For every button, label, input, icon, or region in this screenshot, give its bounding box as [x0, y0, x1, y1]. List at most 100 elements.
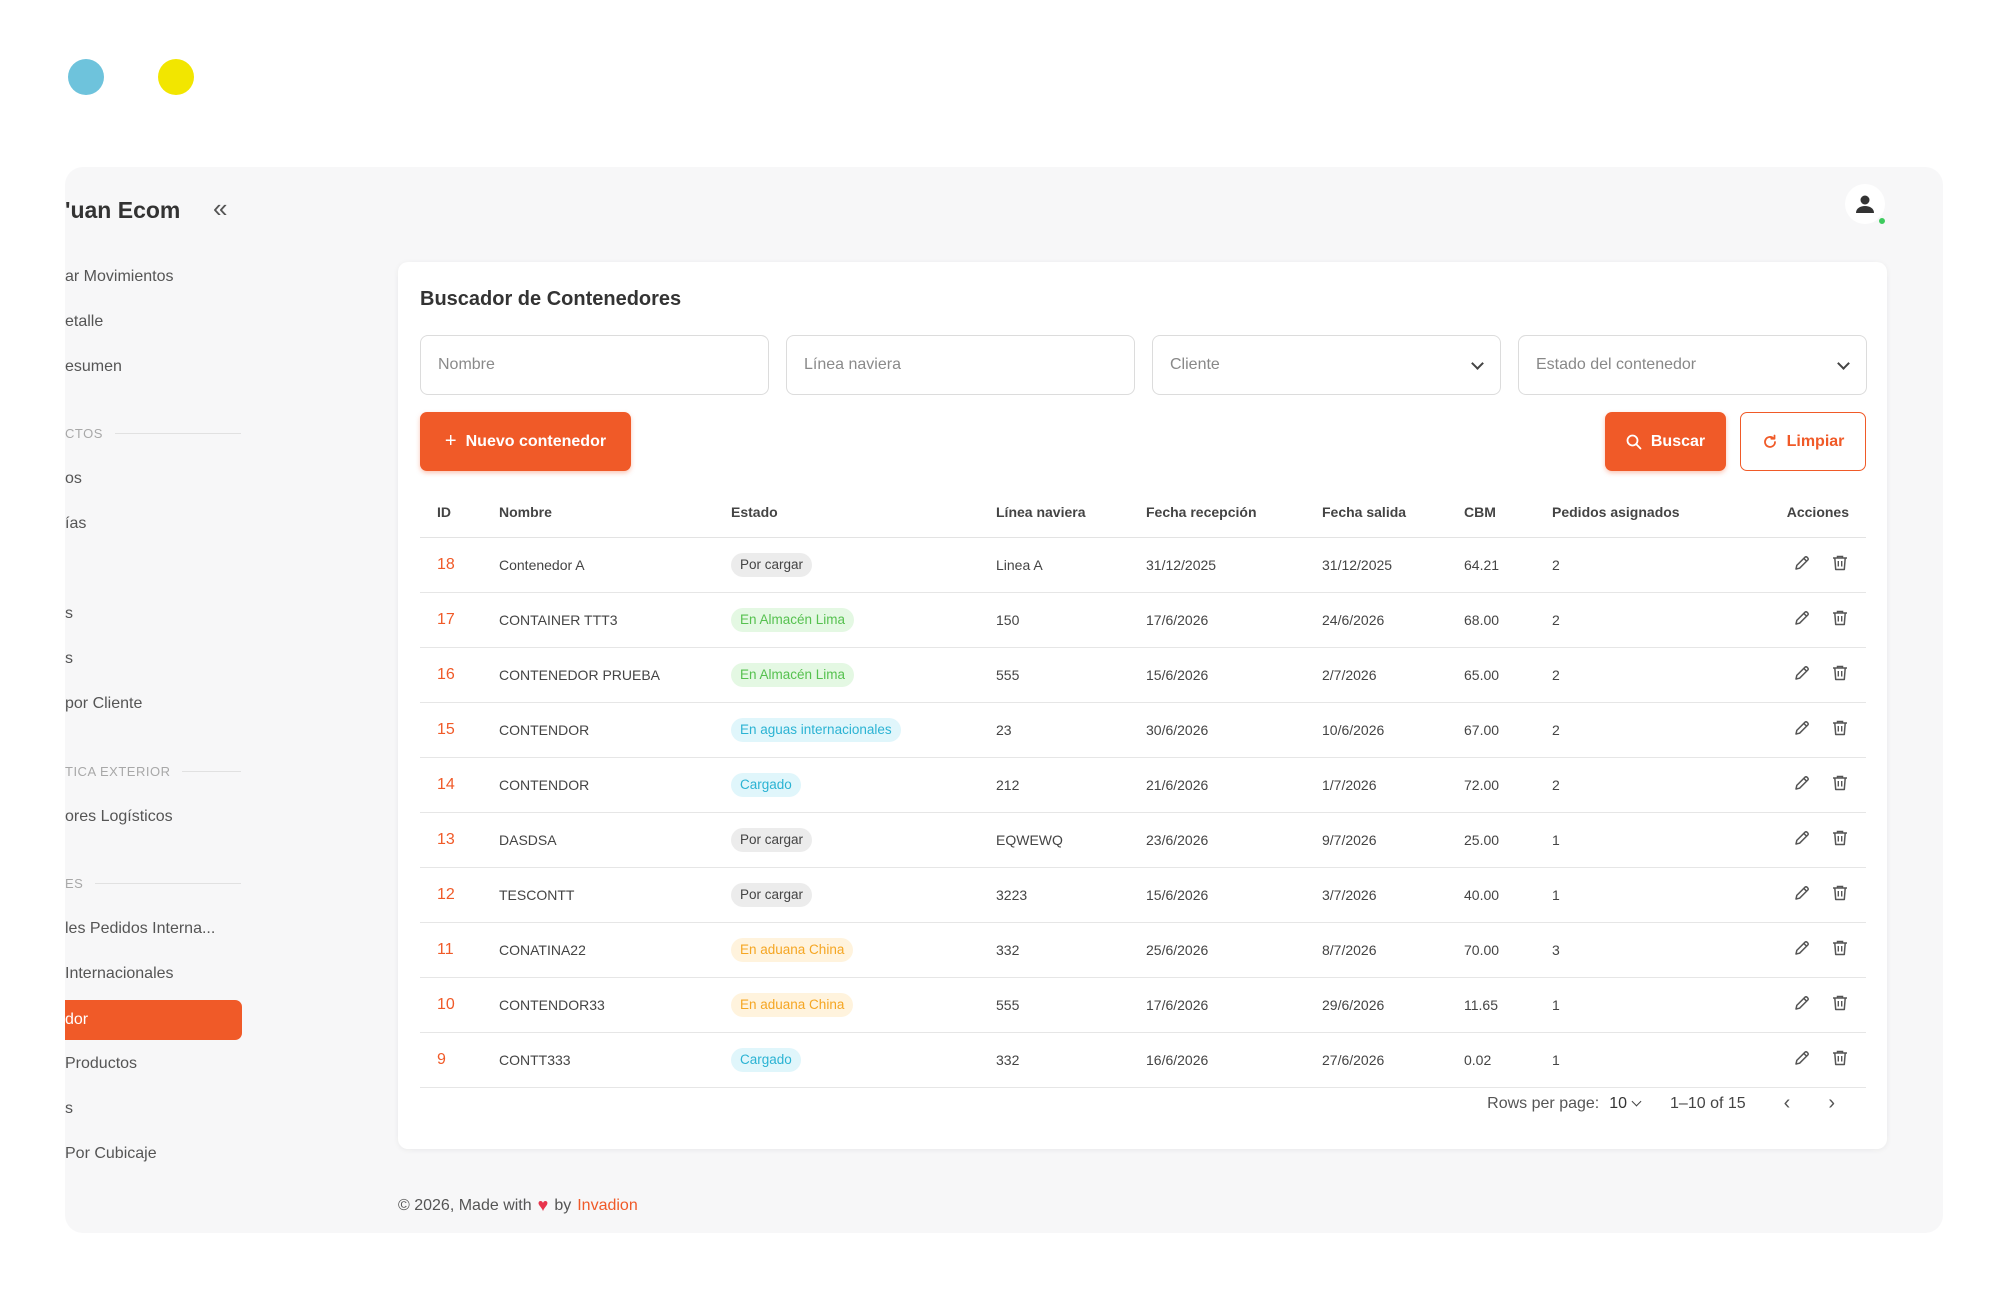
sidebar-item[interactable]: ores Logísticos	[65, 808, 241, 826]
sidebar-item[interactable]: etalle	[65, 313, 241, 331]
table-row[interactable]: 18 Contenedor A Por cargar Linea A 31/12/202…	[420, 537, 1866, 593]
cell-cbm: 25.00	[1447, 812, 1535, 868]
brand-title: 'uan Ecom	[65, 197, 181, 223]
status-badge: Por cargar	[731, 827, 813, 852]
cell-id[interactable]: 18	[420, 537, 482, 593]
sidebar-item[interactable]: Por Cubicaje	[65, 1145, 241, 1163]
cell-actions	[1736, 537, 1866, 593]
footer-brand-link[interactable]: Invadion	[577, 1197, 638, 1215]
edit-icon[interactable]	[1793, 554, 1811, 575]
edit-icon[interactable]	[1793, 719, 1811, 740]
sidebar-item[interactable]: por Cliente	[65, 695, 241, 713]
linea-naviera-input[interactable]	[786, 335, 1135, 395]
sidebar: 'uan Ecom « ar Movimientos etalle esumen…	[65, 167, 255, 1233]
sidebar-item[interactable]: s	[65, 650, 241, 668]
cell-id[interactable]: 11	[420, 922, 482, 978]
cell-id[interactable]: 13	[420, 812, 482, 868]
cell-estado: Cargado	[714, 757, 979, 813]
clear-button[interactable]: Limpiar	[1740, 412, 1866, 471]
trash-icon[interactable]	[1831, 939, 1849, 960]
column-header[interactable]: CBM	[1447, 487, 1535, 538]
edit-icon[interactable]	[1793, 829, 1811, 850]
trash-icon[interactable]	[1831, 829, 1849, 850]
cell-fecha-salida: 1/7/2026	[1305, 757, 1447, 813]
user-avatar[interactable]	[1845, 184, 1887, 226]
column-header[interactable]: Fecha salida	[1305, 487, 1447, 538]
trash-icon[interactable]	[1831, 719, 1849, 740]
estado-select[interactable]: Estado del contenedor	[1518, 335, 1867, 395]
column-header[interactable]: ID	[420, 487, 482, 538]
edit-icon[interactable]	[1793, 994, 1811, 1015]
prev-page-icon[interactable]: ‹	[1784, 1092, 1791, 1115]
trash-icon[interactable]	[1831, 774, 1849, 795]
sidebar-item[interactable]: os	[65, 470, 241, 488]
refresh-icon	[1763, 434, 1776, 448]
table-row[interactable]: 17 CONTAINER TTT3 En Almacén Lima 150 17/6/2…	[420, 592, 1866, 648]
sidebar-item[interactable]: les Pedidos Interna...	[65, 920, 241, 938]
cell-linea: Linea A	[979, 537, 1129, 593]
cell-nombre: CONTENDOR33	[482, 977, 714, 1033]
cliente-select[interactable]: Cliente	[1152, 335, 1501, 395]
trash-icon[interactable]	[1831, 1049, 1849, 1070]
nombre-input[interactable]	[420, 335, 769, 395]
cell-cbm: 72.00	[1447, 757, 1535, 813]
sidebar-item-active[interactable]: dor	[65, 1000, 242, 1040]
sidebar-item[interactable]: esumen	[65, 358, 241, 376]
new-container-button[interactable]: + Nuevo contenedor	[420, 412, 631, 471]
sidebar-item[interactable]: s	[65, 1100, 241, 1118]
next-page-icon[interactable]: ›	[1828, 1092, 1835, 1115]
table-row[interactable]: 9 CONTT333 Cargado 332 16/6/2026 27/6/2026 0.0…	[420, 1032, 1866, 1088]
search-button[interactable]: Buscar	[1605, 412, 1726, 471]
trash-icon[interactable]	[1831, 994, 1849, 1015]
edit-icon[interactable]	[1793, 884, 1811, 905]
sidebar-item[interactable]: s	[65, 605, 241, 623]
cell-id[interactable]: 9	[420, 1032, 482, 1088]
column-header[interactable]: Nombre	[482, 487, 714, 538]
sidebar-item[interactable]: ías	[65, 515, 241, 533]
trash-icon[interactable]	[1831, 664, 1849, 685]
edit-icon[interactable]	[1793, 939, 1811, 960]
rows-per-page-select[interactable]: 10	[1609, 1095, 1642, 1113]
trash-icon[interactable]	[1831, 884, 1849, 905]
table-row[interactable]: 14 CONTENDOR Cargado 212 21/6/2026 1/7/2026 72…	[420, 757, 1866, 813]
search-icon	[1626, 434, 1642, 449]
status-badge: En aduana China	[731, 937, 854, 962]
cell-id[interactable]: 10	[420, 977, 482, 1033]
cell-actions	[1736, 812, 1866, 868]
edit-icon[interactable]	[1793, 664, 1811, 685]
cell-linea: 555	[979, 977, 1129, 1033]
cell-nombre: DASDSA	[482, 812, 714, 868]
sidebar-item[interactable]: Internacionales	[65, 965, 241, 983]
status-badge: En Almacén Lima	[731, 662, 855, 687]
sidebar-item[interactable]: Productos	[65, 1055, 241, 1073]
cell-fecha-recepcion: 23/6/2026	[1129, 812, 1305, 868]
cell-id[interactable]: 15	[420, 702, 482, 758]
cell-id[interactable]: 17	[420, 592, 482, 648]
cell-id[interactable]: 14	[420, 757, 482, 813]
trash-icon[interactable]	[1831, 609, 1849, 630]
cell-actions	[1736, 592, 1866, 648]
table-row[interactable]: 15 CONTENDOR En aguas internacionales 23 30/…	[420, 702, 1866, 758]
cell-id[interactable]: 12	[420, 867, 482, 923]
table-row[interactable]: 11 CONATINA22 En aduana China 332 25/6/2026 8…	[420, 922, 1866, 978]
trash-icon[interactable]	[1831, 554, 1849, 575]
column-header[interactable]: Línea naviera	[979, 487, 1129, 538]
table-row[interactable]: 12 TESCONTT Por cargar 3223 15/6/2026 3/7/202…	[420, 867, 1866, 923]
edit-icon[interactable]	[1793, 609, 1811, 630]
column-header[interactable]: Fecha recepción	[1129, 487, 1305, 538]
cell-estado: En aduana China	[714, 977, 979, 1033]
edit-icon[interactable]	[1793, 774, 1811, 795]
sidebar-item[interactable]: ar Movimientos	[65, 268, 241, 286]
cell-actions	[1736, 702, 1866, 758]
table-row[interactable]: 16 CONTENEDOR PRUEBA En Almacén Lima 555 15/…	[420, 647, 1866, 703]
column-header[interactable]: Estado	[714, 487, 979, 538]
table-row[interactable]: 13 DASDSA Por cargar EQWEWQ 23/6/2026 9/7/202…	[420, 812, 1866, 868]
table-row[interactable]: 10 CONTENDOR33 En aduana China 555 17/6/2026…	[420, 977, 1866, 1033]
collapse-sidebar-icon[interactable]: «	[213, 195, 227, 221]
cell-id[interactable]: 16	[420, 647, 482, 703]
column-header[interactable]: Pedidos asignados	[1535, 487, 1736, 538]
edit-icon[interactable]	[1793, 1049, 1811, 1070]
cell-fecha-recepcion: 15/6/2026	[1129, 867, 1305, 923]
cell-fecha-recepcion: 21/6/2026	[1129, 757, 1305, 813]
cell-estado: Por cargar	[714, 537, 979, 593]
